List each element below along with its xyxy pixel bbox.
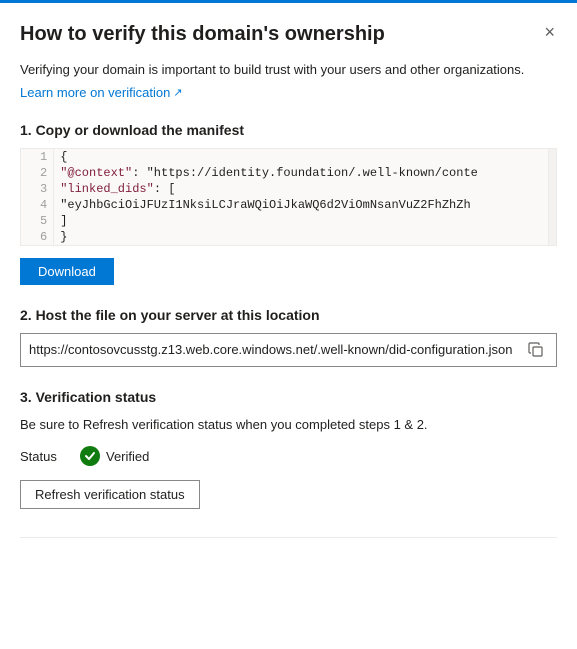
check-icon: [84, 450, 96, 462]
learn-more-link[interactable]: Learn more on verification ↗: [20, 85, 183, 100]
refresh-button[interactable]: Refresh verification status: [20, 480, 200, 509]
code-table: 1{2 "@context": "https://identity.founda…: [21, 149, 556, 245]
code-line: 5 ]: [21, 213, 556, 229]
step1-section: 1. Copy or download the manifest 1{2 "@c…: [20, 122, 557, 285]
line-content: ]: [54, 213, 556, 229]
external-link-icon: ↗: [173, 86, 182, 99]
line-content: }: [54, 229, 556, 245]
url-text: https://contosovcusstg.z13.web.core.wind…: [29, 342, 518, 357]
scrollbar[interactable]: [548, 149, 556, 245]
verified-badge: Verified: [80, 446, 149, 466]
step1-title: 1. Copy or download the manifest: [20, 122, 557, 138]
code-line: 3 "linked_dids": [: [21, 181, 556, 197]
header: How to verify this domain's ownership ×: [20, 23, 557, 46]
line-content: {: [54, 149, 556, 165]
code-line: 6}: [21, 229, 556, 245]
line-content: "linked_dids": [: [54, 181, 556, 197]
line-content: "@context": "https://identity.foundation…: [54, 165, 556, 181]
code-line: 4 "eyJhbGciOiJFUzI1NksiLCJraWQiOiJkaWQ6d…: [21, 197, 556, 213]
step2-section: 2. Host the file on your server at this …: [20, 307, 557, 367]
close-button[interactable]: ×: [542, 23, 557, 41]
download-button[interactable]: Download: [20, 258, 114, 285]
step2-title: 2. Host the file on your server at this …: [20, 307, 557, 323]
code-block: 1{2 "@context": "https://identity.founda…: [20, 148, 557, 246]
code-line: 1{: [21, 149, 556, 165]
copy-icon: [528, 342, 544, 358]
intro-description: Verifying your domain is important to bu…: [20, 60, 557, 80]
line-number: 6: [21, 229, 54, 245]
line-number: 3: [21, 181, 54, 197]
line-content: "eyJhbGciOiJFUzI1NksiLCJraWQiOiJkaWQ6d2V…: [54, 197, 556, 213]
step3-section: 3. Verification status Be sure to Refres…: [20, 389, 557, 510]
line-number: 1: [21, 149, 54, 165]
step3-description: Be sure to Refresh verification status w…: [20, 415, 557, 435]
line-number: 4: [21, 197, 54, 213]
line-number: 2: [21, 165, 54, 181]
status-label: Status: [20, 449, 70, 464]
copy-button[interactable]: [524, 340, 548, 360]
panel: How to verify this domain's ownership × …: [0, 0, 577, 649]
url-row: https://contosovcusstg.z13.web.core.wind…: [20, 333, 557, 367]
line-number: 5: [21, 213, 54, 229]
bottom-divider: [20, 537, 557, 538]
step3-title: 3. Verification status: [20, 389, 557, 405]
verified-text: Verified: [106, 449, 149, 464]
status-row: Status Verified: [20, 446, 557, 466]
check-circle: [80, 446, 100, 466]
learn-more-label: Learn more on verification: [20, 85, 170, 100]
page-title: How to verify this domain's ownership: [20, 23, 542, 46]
code-line: 2 "@context": "https://identity.foundati…: [21, 165, 556, 181]
